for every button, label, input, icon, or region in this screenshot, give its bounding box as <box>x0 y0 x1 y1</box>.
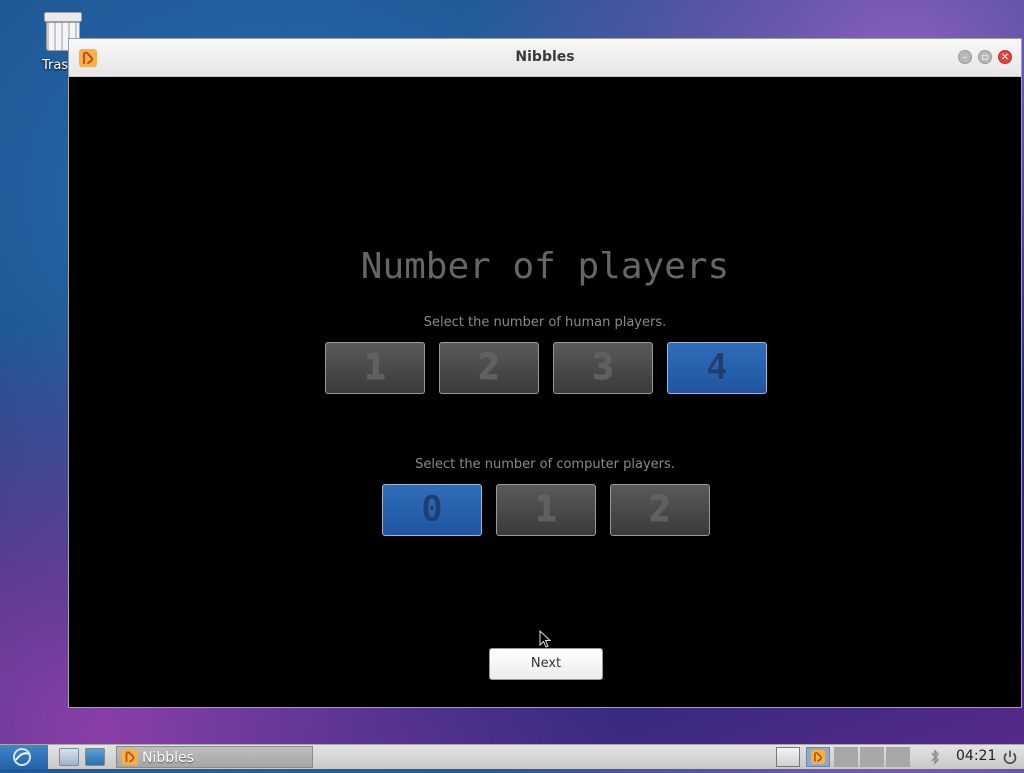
mouse-cursor-icon <box>539 630 551 648</box>
computer-players-option-2[interactable]: 2 <box>610 484 710 536</box>
show-desktop-icon[interactable] <box>59 748 79 766</box>
computer-players-option-1[interactable]: 1 <box>496 484 596 536</box>
maximize-icon[interactable]: ▫ <box>978 50 992 64</box>
human-players-option-1[interactable]: 1 <box>325 342 425 394</box>
taskbar-item-label: Nibbles <box>142 750 194 766</box>
computer-players-prompt: Select the number of computer players. <box>415 457 675 472</box>
workspace-2[interactable] <box>860 747 884 767</box>
minimize-icon[interactable]: – <box>958 50 972 64</box>
human-players-prompt: Select the number of human players. <box>423 315 667 330</box>
workspace-3[interactable] <box>886 747 910 767</box>
clock[interactable]: 04:21 <box>956 748 996 764</box>
nibbles-app-icon <box>122 749 138 765</box>
computer-players-option-0[interactable]: 0 <box>382 484 482 536</box>
close-icon[interactable]: ✕ <box>998 50 1012 64</box>
window-title: Nibbles <box>515 49 575 65</box>
taskbar: Nibbles 04:21 <box>0 744 1024 769</box>
page-title: Number of players <box>360 246 730 287</box>
next-button[interactable]: Next <box>489 648 603 680</box>
nibbles-app-icon <box>811 750 825 764</box>
taskbar-item-nibbles[interactable]: Nibbles <box>116 746 313 768</box>
game-content: Number of players Select the number of h… <box>69 76 1021 707</box>
nibbles-window: Nibbles – ▫ ✕ Number of players Select t… <box>68 38 1022 708</box>
human-players-option-4[interactable]: 4 <box>667 342 767 394</box>
human-players-option-2[interactable]: 2 <box>439 342 539 394</box>
window-titlebar[interactable]: Nibbles – ▫ ✕ <box>69 39 1021 77</box>
browser-icon[interactable] <box>776 747 800 767</box>
power-icon[interactable] <box>1002 749 1018 765</box>
tray-nibbles-icon[interactable] <box>806 747 830 767</box>
workspace-1[interactable] <box>834 747 858 767</box>
file-manager-icon[interactable] <box>85 748 105 766</box>
bluetooth-icon[interactable] <box>930 749 940 765</box>
start-menu-button[interactable] <box>0 745 48 769</box>
human-players-option-3[interactable]: 3 <box>553 342 653 394</box>
start-menu-icon <box>13 748 31 766</box>
